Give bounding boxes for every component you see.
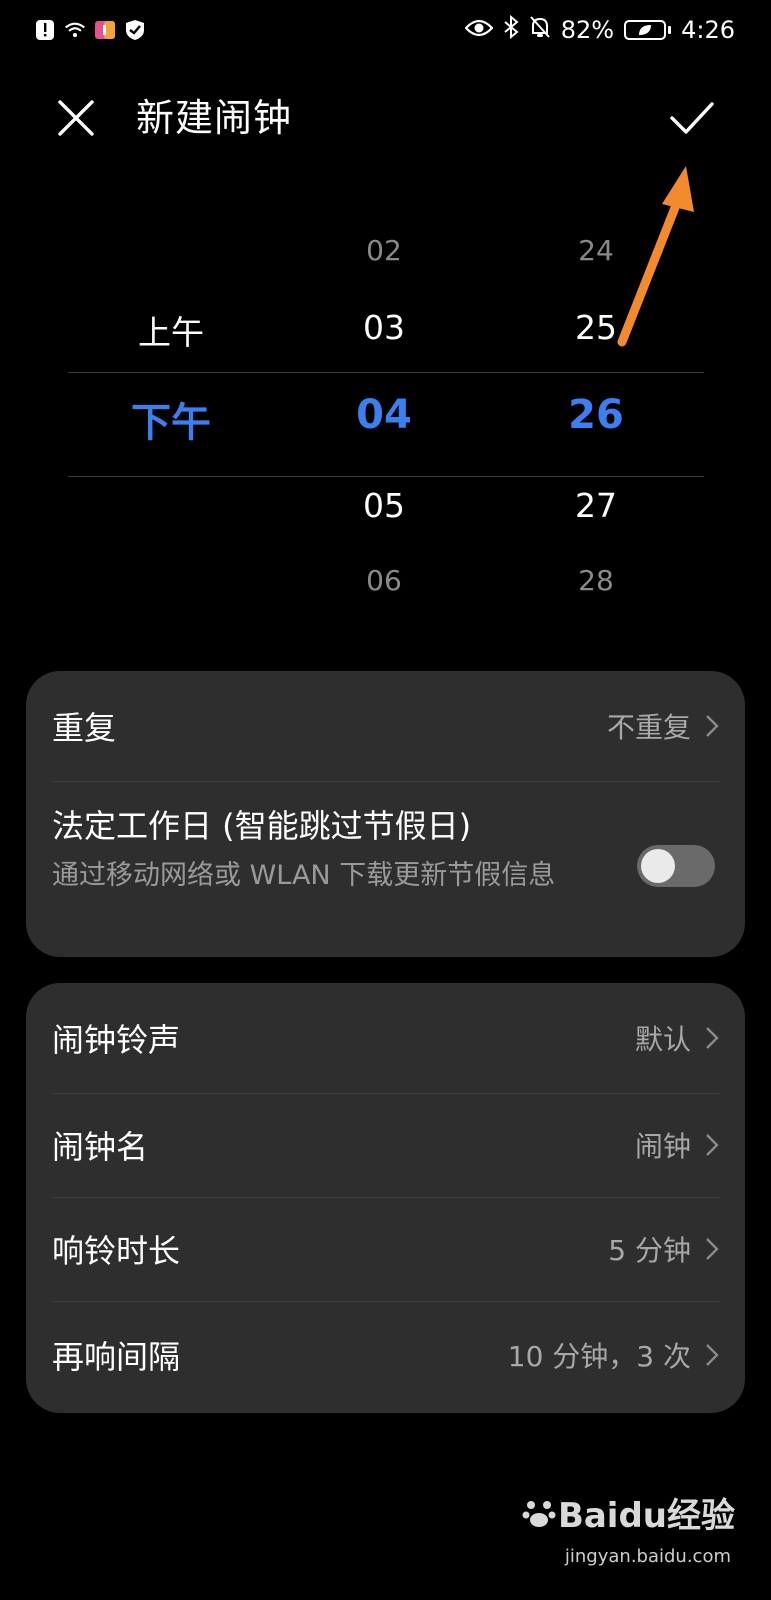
repeat-row[interactable]: 重复 不重复 [52,671,719,781]
ringtone-label: 闹钟铃声 [52,1021,181,1059]
ring-duration-label: 响铃时长 [52,1232,181,1270]
status-bar-right: 82% 4:26 [464,12,735,48]
repeat-label: 重复 [52,709,117,747]
close-icon [58,100,94,136]
paw-icon [522,1500,556,1527]
picker-divider-bottom [68,476,704,477]
hour-option[interactable]: 05 [314,486,454,525]
watermark-url: jingyan.baidu.com [564,1546,731,1567]
chevron-right-icon [706,1238,719,1260]
minute-selected[interactable]: 26 [526,392,666,438]
hour-option[interactable]: 02 [314,234,454,267]
workday-row: 法定工作日 (智能跳过节假日) 通过移动网络或 WLAN 下载更新节假信息 [52,801,612,895]
bluetooth-icon [503,14,519,45]
ringtone-value: 默认 [634,1023,691,1056]
chevron-right-icon [706,1344,719,1366]
check-icon [670,102,714,134]
settings-card-alarm-options: 闹钟铃声 默认 闹钟名 闹钟 响铃时长 5 分钟 再响间隔 10 分钟，3 次 [26,983,745,1413]
period-option-pm-selected[interactable]: 下午 [101,390,241,448]
alarm-name-label: 闹钟名 [52,1128,149,1166]
shield-icon [124,19,146,41]
snooze-row[interactable]: 再响间隔 10 分钟，3 次 [52,1301,719,1409]
minute-option[interactable]: 24 [526,234,666,267]
picker-divider-top [68,372,704,373]
workday-toggle[interactable] [637,845,715,887]
app-badge-icon [94,19,116,41]
watermark-brand: Baidu经验 [557,1496,735,1536]
chevron-right-icon [706,1027,719,1049]
minute-option[interactable]: 25 [526,308,666,347]
repeat-value: 不重复 [606,711,691,744]
toggle-knob [641,849,675,883]
ring-duration-value: 5 分钟 [608,1234,691,1267]
baidu-watermark: Baidu经验 [522,1488,735,1537]
ringtone-row[interactable]: 闹钟铃声 默认 [52,983,719,1093]
alarm-name-value: 闹钟 [634,1130,691,1163]
eye-icon [464,16,494,44]
row-divider [52,781,719,782]
alert-icon [34,19,56,41]
status-bar-left [34,14,146,46]
mute-bell-icon [529,15,551,45]
hour-selected[interactable]: 04 [314,392,454,438]
battery-percent: 82% [560,16,615,44]
snooze-value: 10 分钟，3 次 [507,1340,691,1373]
hour-option[interactable]: 03 [314,308,454,347]
page-title: 新建闹钟 [136,96,293,140]
minute-option[interactable]: 27 [526,486,666,525]
settings-card-repeat: 重复 不重复 法定工作日 (智能跳过节假日) 通过移动网络或 WLAN 下载更新… [26,671,745,957]
close-button[interactable] [54,96,98,140]
workday-label: 法定工作日 (智能跳过节假日) [52,807,472,845]
snooze-label: 再响间隔 [52,1338,181,1376]
confirm-button[interactable] [668,96,716,140]
status-time: 4:26 [681,16,735,44]
hour-option[interactable]: 06 [314,564,454,597]
chevron-right-icon [706,1134,719,1156]
chevron-right-icon [706,715,719,737]
ring-duration-row[interactable]: 响铃时长 5 分钟 [52,1197,719,1301]
alarm-name-row[interactable]: 闹钟名 闹钟 [52,1093,719,1197]
battery-icon [624,20,672,40]
minute-option[interactable]: 28 [526,564,666,597]
workday-description: 通过移动网络或 WLAN 下载更新节假信息 [52,860,556,891]
wifi-icon [64,19,86,41]
period-option-am[interactable]: 上午 [101,306,241,354]
